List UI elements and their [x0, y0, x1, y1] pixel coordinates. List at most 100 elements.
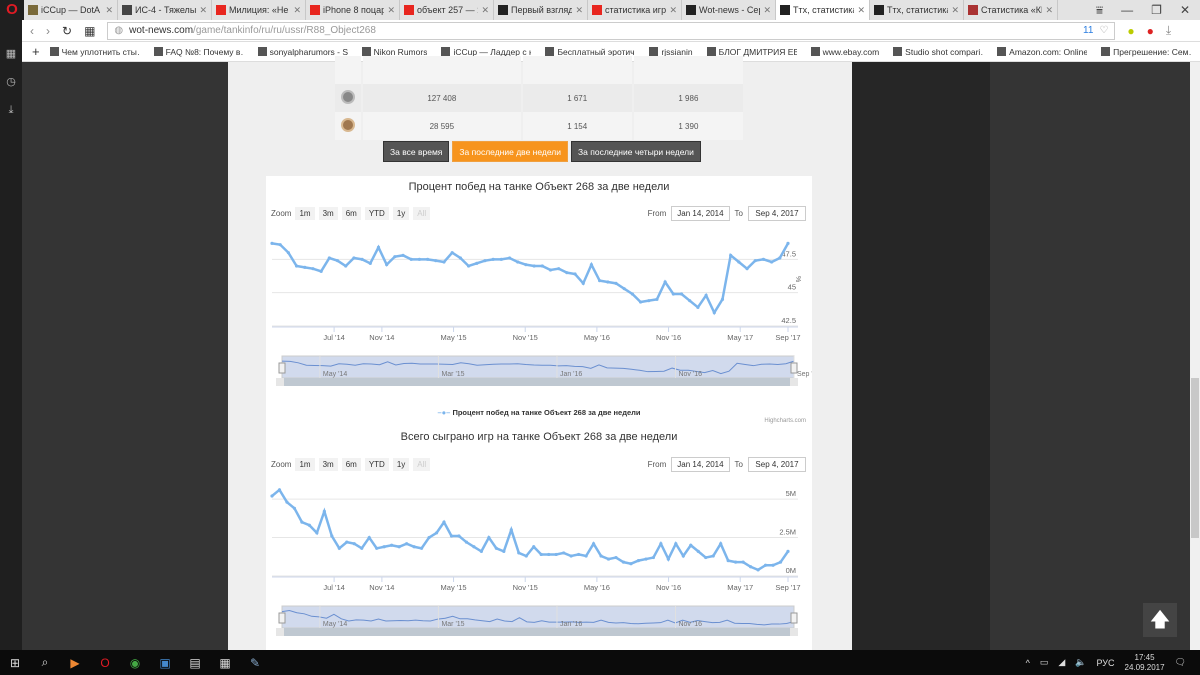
zoom-1y-button[interactable]: 1y — [392, 458, 410, 471]
browser-tab[interactable]: Ттх, статистика, т…✕ — [870, 0, 964, 20]
download-icon[interactable]: ⤓ — [1166, 23, 1171, 38]
paint-icon[interactable]: ✎ — [240, 656, 270, 670]
two-weeks-button[interactable]: За последние две недели — [452, 141, 569, 162]
zoom-ytd-button[interactable]: YTD — [364, 207, 389, 220]
close-tab-icon[interactable]: ✕ — [481, 5, 489, 16]
battery-icon[interactable]: ▭ — [1040, 657, 1049, 668]
browser-tab[interactable]: Первый взгляд н…✕ — [494, 0, 588, 20]
vpn-icon[interactable]: ● — [1127, 24, 1134, 38]
tab-menu-icon[interactable]: ⩸ — [1096, 3, 1103, 18]
heart-icon[interactable]: ♡ — [1099, 25, 1108, 36]
opera-menu-icon[interactable]: O — [0, 0, 24, 20]
scrollbar[interactable] — [1190, 62, 1200, 650]
reload-icon[interactable]: ↻ — [62, 24, 72, 38]
history-icon[interactable]: ◷ — [0, 68, 22, 96]
close-tab-icon[interactable]: ✕ — [199, 5, 207, 16]
opera-taskbar-icon[interactable]: O — [90, 656, 120, 670]
chart-legend[interactable]: –●– Процент побед на танке Объект 268 за… — [266, 408, 812, 417]
close-tab-icon[interactable]: ✕ — [1045, 5, 1053, 16]
save-icon[interactable]: ▣ — [150, 656, 180, 670]
zoom-6m-button[interactable]: 6m — [341, 207, 361, 220]
forward-icon[interactable]: › — [46, 24, 50, 38]
wifi-icon[interactable]: ◢ — [1058, 657, 1065, 668]
adblock-icon[interactable]: ● — [1147, 24, 1154, 38]
chrome-icon[interactable]: ◉ — [120, 656, 150, 670]
tray-expand-icon[interactable]: ^ — [1026, 658, 1030, 668]
bookmark-item[interactable]: Прегрешение: Сем… — [1101, 47, 1191, 57]
bookmark-item[interactable]: БЛОГ ДМИТРИЯ ЕВ… — [706, 47, 797, 57]
scrollbar-thumb[interactable] — [1191, 378, 1199, 538]
browser-tab[interactable]: iPhone 8 поцарап…✕ — [306, 0, 400, 20]
navigator-scrollbar[interactable] — [276, 378, 798, 386]
navigator-handle[interactable] — [790, 362, 798, 374]
navigator-scrollbar[interactable] — [276, 628, 798, 636]
volume-icon[interactable]: 🔈 — [1075, 657, 1086, 668]
bookmark-item[interactable]: rjssianin — [649, 47, 693, 57]
browser-tab[interactable]: Ттх, статистика, та…✕ — [776, 0, 870, 20]
bookmark-item[interactable]: Nikon Rumors — [361, 47, 427, 57]
close-tab-icon[interactable]: ✕ — [951, 5, 959, 16]
speed-dial-icon[interactable]: ▦ — [0, 40, 22, 68]
to-date-input[interactable]: Sep 4, 2017 — [748, 457, 806, 472]
bookmark-item[interactable]: sonyalpharumors - S… — [257, 47, 348, 57]
zoom-all-button[interactable]: All — [413, 458, 431, 471]
search-icon[interactable]: ⌕ — [30, 655, 60, 670]
close-tab-icon[interactable]: ✕ — [575, 5, 583, 16]
browser-tab[interactable]: Милиция: «Не ра…✕ — [212, 0, 306, 20]
close-window-button[interactable]: ✕ — [1180, 3, 1190, 17]
browser-tab[interactable]: ИС-4 - Тяжелые т…✕ — [118, 0, 212, 20]
browser-tab[interactable]: объект 257 — Ян…✕ — [400, 0, 494, 20]
close-tab-icon[interactable]: ✕ — [763, 5, 771, 16]
film-icon[interactable]: ▤ — [180, 656, 210, 670]
zoom-ytd-button[interactable]: YTD — [364, 458, 389, 471]
zoom-3m-button[interactable]: 3m — [318, 207, 338, 220]
media-player-icon[interactable]: ▶ — [60, 656, 90, 670]
scroll-right-arrow[interactable] — [790, 628, 798, 636]
downloads-icon[interactable]: ⤓ — [0, 96, 22, 124]
navigator-handle[interactable] — [790, 612, 798, 624]
navigator-handle[interactable] — [278, 612, 286, 624]
browser-tab[interactable]: Статистика «КПД…✕ — [964, 0, 1058, 20]
zoom-1m-button[interactable]: 1m — [295, 207, 315, 220]
from-date-input[interactable]: Jan 14, 2014 — [671, 457, 730, 472]
close-tab-icon[interactable]: ✕ — [387, 5, 395, 16]
four-weeks-button[interactable]: За последние четыри недели — [571, 141, 701, 162]
calculator-icon[interactable]: ▦ — [210, 656, 240, 670]
bookmark-item[interactable]: Studio shot compari… — [893, 47, 983, 57]
zoom-all-button[interactable]: All — [413, 207, 431, 220]
highcharts-credit[interactable]: Highcharts.com — [764, 418, 806, 424]
tabs-grid-icon[interactable]: ▦ — [84, 24, 95, 38]
browser-tab[interactable]: iCCup — DotA ф…✕ — [24, 0, 118, 20]
notifications-icon[interactable]: 🗨 — [1175, 657, 1186, 668]
from-date-input[interactable]: Jan 14, 2014 — [671, 206, 730, 221]
scroll-left-arrow[interactable] — [276, 628, 284, 636]
add-bookmark-icon[interactable]: + — [32, 44, 40, 59]
zoom-1y-button[interactable]: 1y — [392, 207, 410, 220]
zoom-3m-button[interactable]: 3m — [318, 458, 338, 471]
close-tab-icon[interactable]: ✕ — [293, 5, 301, 16]
scroll-right-arrow[interactable] — [790, 378, 798, 386]
bookmark-item[interactable]: Чем уплотнить сты… — [49, 47, 140, 57]
all-time-button[interactable]: За все время — [383, 141, 450, 162]
back-icon[interactable]: ‹ — [30, 24, 34, 38]
bookmark-item[interactable]: iCCup — Ладдер с н… — [441, 47, 531, 57]
close-tab-icon[interactable]: ✕ — [857, 5, 865, 16]
url-input[interactable]: ◍ wot-news.com/game/tankinfo/ru/ru/ussr/R… — [107, 21, 1116, 40]
scroll-to-top-button[interactable]: 🡅 — [1143, 603, 1177, 637]
bookmark-item[interactable]: FAQ №8: Почему в… — [153, 47, 244, 57]
start-icon[interactable]: ⊞ — [0, 656, 30, 670]
bookmark-item[interactable]: www.ebay.com — [810, 47, 879, 57]
adblock-badge[interactable]: 11 — [1083, 25, 1093, 36]
bookmark-item[interactable]: Бесплатный эротич… — [545, 47, 635, 57]
close-tab-icon[interactable]: ✕ — [105, 5, 113, 16]
to-date-input[interactable]: Sep 4, 2017 — [748, 206, 806, 221]
bookmark-item[interactable]: Amazon.com: Online… — [997, 47, 1087, 57]
zoom-1m-button[interactable]: 1m — [295, 458, 315, 471]
browser-tab[interactable]: статистика игрок…✕ — [588, 0, 682, 20]
browser-tab[interactable]: Wot-news - Серв…✕ — [682, 0, 776, 20]
zoom-6m-button[interactable]: 6m — [341, 458, 361, 471]
scroll-left-arrow[interactable] — [276, 378, 284, 386]
language-indicator[interactable]: РУС — [1096, 658, 1114, 668]
minimize-button[interactable]: — — [1121, 3, 1133, 17]
close-tab-icon[interactable]: ✕ — [669, 5, 677, 16]
